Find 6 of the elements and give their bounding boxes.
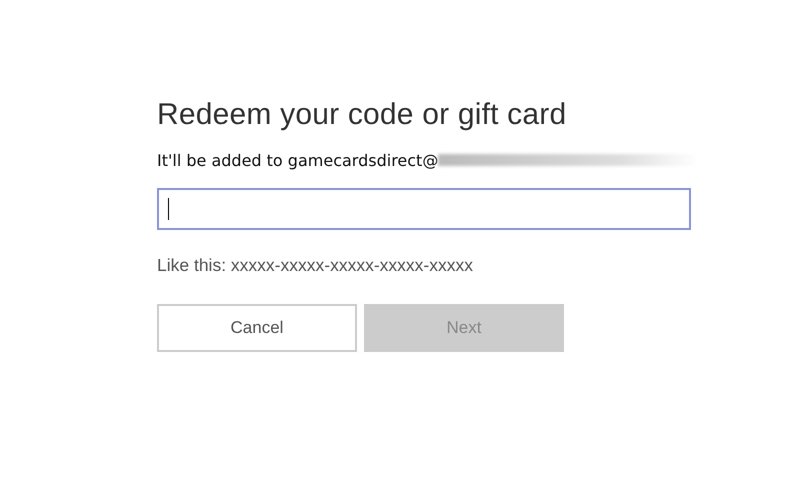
dialog-title: Redeem your code or gift card xyxy=(157,97,568,133)
text-cursor xyxy=(168,198,169,220)
code-input-field[interactable] xyxy=(157,188,691,230)
account-label: It'll be added to gamecardsdirect@ xyxy=(157,150,438,170)
cancel-button[interactable]: Cancel xyxy=(157,304,357,352)
format-hint: Like this: xxxxx-xxxxx-xxxxx-xxxxx-xxxxx xyxy=(157,255,474,276)
